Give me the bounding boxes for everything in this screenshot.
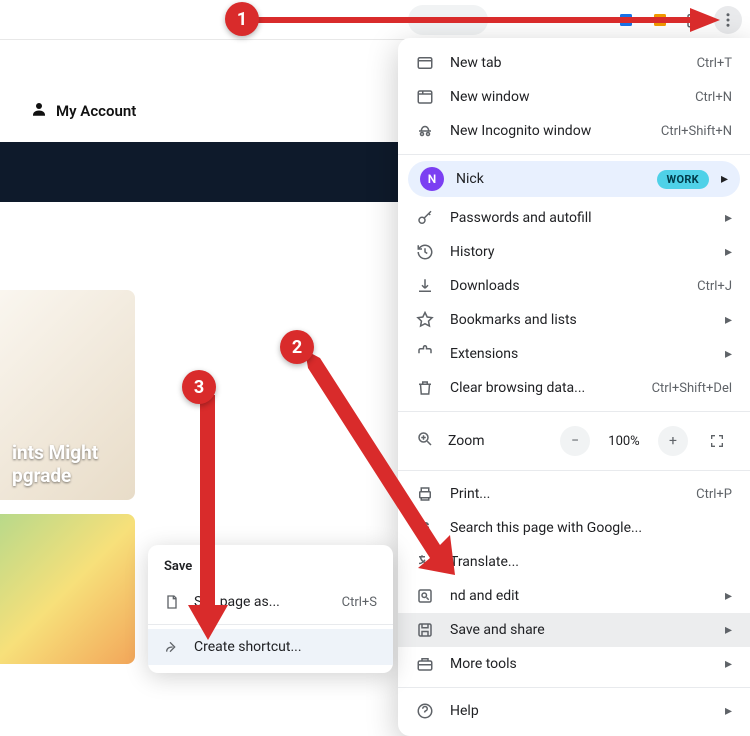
menu-shortcut: Ctrl+N [695,90,732,105]
menu-label: Print... [450,486,680,502]
zoom-value: 100% [604,434,644,449]
menu-shortcut: Ctrl+J [697,279,732,294]
profile-name: Nick [456,171,645,187]
menu-passwords[interactable]: Passwords and autofill ▸ [398,201,750,235]
my-account-label: My Account [56,102,136,120]
menu-more-tools[interactable]: More tools ▸ [398,647,750,681]
page-icon [164,594,180,610]
submenu-label: Create shortcut... [194,639,302,655]
submenu-save-page[interactable]: S page as... Ctrl+S [148,584,393,620]
save-icon [416,621,434,639]
menu-label: Zoom [448,433,546,449]
fullscreen-button[interactable] [702,426,732,456]
article-headline: ints Might pgrade [0,430,135,500]
profile-badge: WORK [657,170,709,189]
menu-label: Search this page with Google... [450,520,732,536]
article-card-1[interactable]: ints Might pgrade [0,290,135,500]
avatar: N [420,167,444,191]
menu-history[interactable]: History ▸ [398,235,750,269]
zoom-out-button[interactable]: − [560,426,590,456]
chevron-right-icon: ▸ [725,210,732,226]
submenu-create-shortcut[interactable]: Create shortcut... [148,629,393,665]
menu-new-incognito[interactable]: New Incognito window Ctrl+Shift+N [398,114,750,148]
menu-label: nd and edit [450,588,709,604]
find-icon [416,587,434,605]
article-card-2[interactable] [0,514,135,664]
menu-label: Clear browsing data... [450,380,636,396]
menu-shortcut: Ctrl+P [696,487,732,502]
chevron-right-icon: ▸ [725,588,732,604]
menu-label: Help [450,703,709,719]
menu-find-edit[interactable]: nd and edit ▸ [398,579,750,613]
annotation-arrow-2 [300,350,460,580]
menu-label: New window [450,89,679,105]
menu-save-share[interactable]: Save and share ▸ [398,613,750,647]
menu-label: Downloads [450,278,681,294]
menu-new-tab[interactable]: New tab Ctrl+T [398,46,750,80]
annotation-arrow-3 [190,395,230,640]
menu-label: Bookmarks and lists [450,312,709,328]
menu-new-window[interactable]: New window Ctrl+N [398,80,750,114]
submenu-shortcut: Ctrl+S [342,595,377,610]
key-icon [416,209,434,227]
menu-label: More tools [450,656,709,672]
star-icon [416,311,434,329]
download-icon [416,277,434,295]
window-icon [416,88,434,106]
shortcut-icon [164,639,180,655]
help-icon [416,702,434,720]
menu-downloads[interactable]: Downloads Ctrl+J [398,269,750,303]
menu-label: Extensions [450,346,709,362]
menu-bookmarks[interactable]: Bookmarks and lists ▸ [398,303,750,337]
annotation-marker-3: 3 [182,370,216,404]
menu-shortcut: Ctrl+T [697,56,732,71]
menu-label: Save and share [450,622,709,638]
annotation-arrow-1 [250,5,720,35]
menu-label: New Incognito window [450,123,645,139]
menu-label: Passwords and autofill [450,210,709,226]
menu-label: New tab [450,55,681,71]
chevron-right-icon: ▸ [725,656,732,672]
chevron-right-icon: ▸ [725,244,732,260]
menu-help[interactable]: Help ▸ [398,694,750,728]
menu-label: History [450,244,709,260]
zoom-in-button[interactable]: + [658,426,688,456]
person-icon [30,100,48,122]
toolbox-icon [416,655,434,673]
chevron-right-icon: ▸ [725,622,732,638]
history-icon [416,243,434,261]
menu-profile[interactable]: N Nick WORK ▸ [408,161,740,197]
tab-icon [416,54,434,72]
menu-shortcut: Ctrl+Shift+Del [652,381,732,396]
chevron-right-icon: ▸ [725,312,732,328]
annotation-marker-1: 1 [225,2,259,36]
annotation-marker-2: 2 [280,330,314,364]
chevron-right-icon: ▸ [725,703,732,719]
article-cards: ints Might pgrade [0,290,135,664]
chevron-right-icon: ▸ [721,171,728,187]
menu-shortcut: Ctrl+Shift+N [661,124,732,139]
incognito-icon [416,122,434,140]
chevron-right-icon: ▸ [725,346,732,362]
menu-label: Translate... [450,554,732,570]
